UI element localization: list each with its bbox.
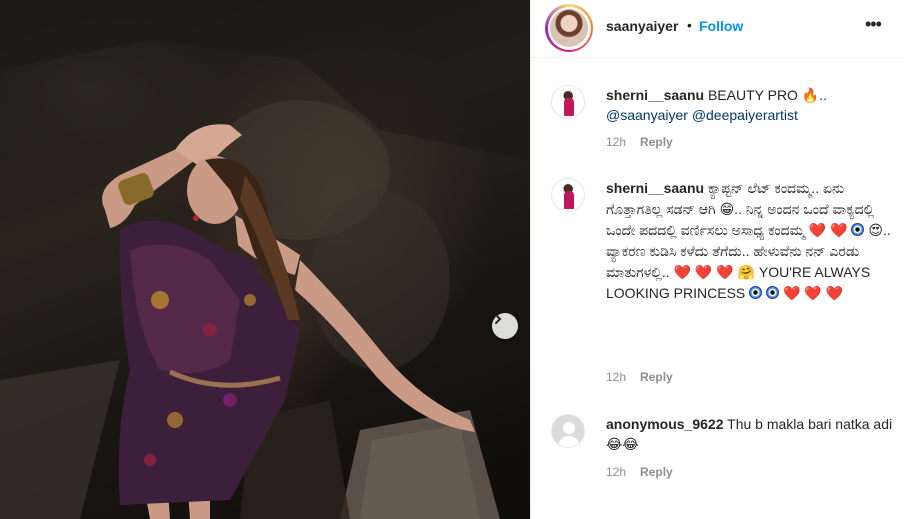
mention-link[interactable]: @deepaiyerartist [692,107,798,123]
heart-emojis: ❤️ ❤️ [808,222,848,238]
evil-eye-icon [851,223,865,236]
commenter-avatar[interactable] [551,85,585,119]
header-separator: • [687,17,692,33]
post-header: saanyaiyer • Follow ••• [531,0,904,58]
evil-eye-icon [766,286,780,299]
comment-username[interactable]: anonymous_9622 [606,416,724,432]
comment-item: anonymous_9622 Thu b makla bari natka ad… [549,414,894,484]
comment-meta: 12h Reply [606,465,673,479]
post-details-panel: saanyaiyer • Follow ••• sherni__saanu BE… [530,0,904,519]
mention-link[interactable]: @saanyaiyer [606,107,688,123]
chevron-right-icon [495,314,502,324]
comment-text: sherni__saanu ಕ್ಯಾಪ್ಟನ್ ಲೆಟ್ ಕಂದಮ್ಮ.. ಏನ… [606,178,894,304]
owner-avatar [550,9,588,47]
more-options-icon[interactable]: ••• [865,14,882,35]
reply-button[interactable]: Reply [640,135,673,149]
heart-emojis: ❤️ ❤️ ❤️ [673,264,734,280]
comment-text: anonymous_9622 Thu b makla bari natka ad… [606,414,894,454]
post-photo [0,0,530,519]
comment-username[interactable]: sherni__saanu [606,87,704,103]
comment-time: 12h [606,465,627,479]
owner-story-ring[interactable] [545,4,593,52]
post-photo-illustration [0,0,530,519]
comment-body: BEAUTY PRO 🔥.. [707,87,828,103]
comment-username[interactable]: sherni__saanu [606,180,704,196]
reply-button[interactable]: Reply [640,465,673,479]
heart-emojis: ❤️ ❤️ ❤️ [782,285,844,301]
comment-item: sherni__saanu BEAUTY PRO 🔥.. @saanyaiyer… [549,85,894,160]
commenter-avatar[interactable] [551,414,585,448]
comment-time: 12h [606,135,627,149]
evil-eye-icon [749,286,763,299]
comment-text: sherni__saanu BEAUTY PRO 🔥.. @saanyaiyer… [606,85,894,125]
follow-button[interactable]: Follow [699,18,743,34]
comment-time: 12h [606,370,627,384]
comment-item: sherni__saanu ಕ್ಯಾಪ್ಟನ್ ಲೆಟ್ ಕಂದಮ್ಮ.. ಏನ… [549,178,894,388]
comment-meta: 12h Reply [606,370,673,384]
owner-username[interactable]: saanyaiyer [606,18,678,34]
next-photo-button[interactable] [492,313,518,339]
commenter-avatar[interactable] [551,178,585,212]
reply-button[interactable]: Reply [640,370,673,384]
comment-meta: 12h Reply [606,135,673,149]
